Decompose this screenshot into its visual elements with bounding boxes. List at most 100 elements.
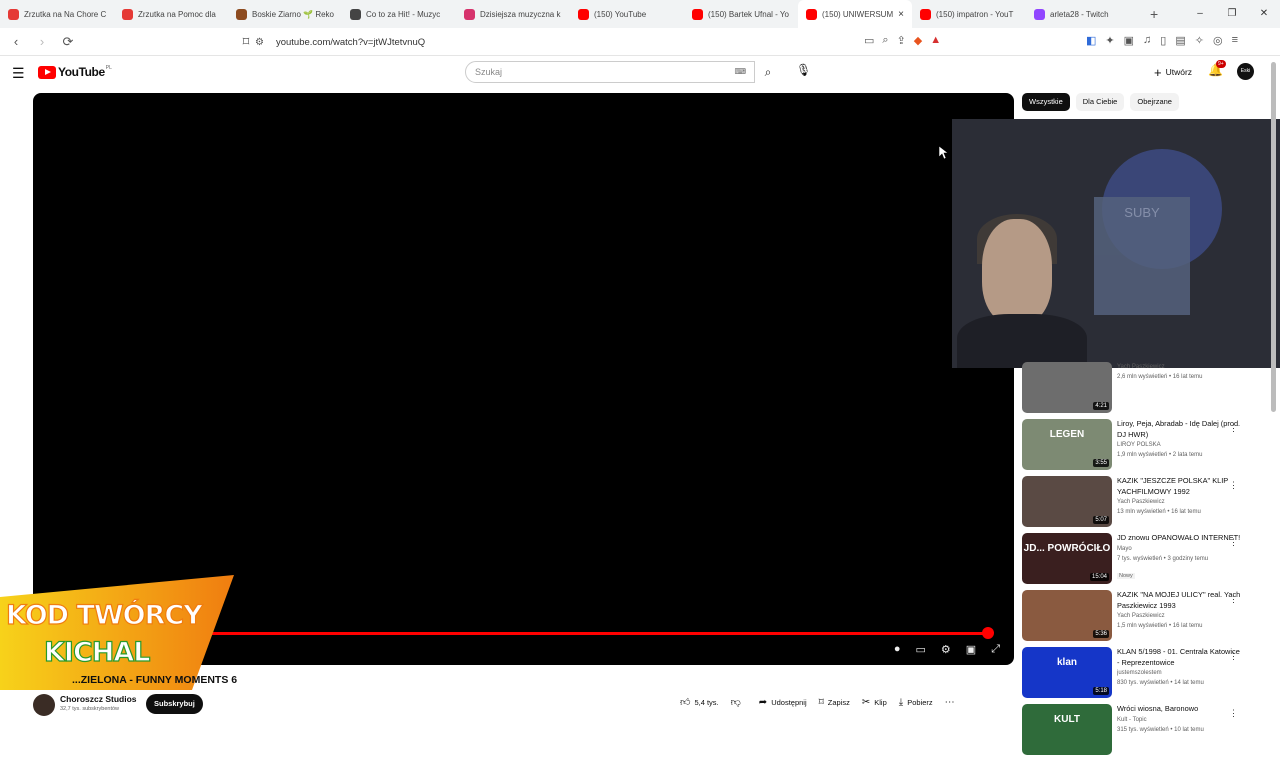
minimize-button[interactable]: – <box>1184 0 1216 28</box>
share-icon[interactable]: ⇪ <box>897 34 906 47</box>
dislike-button[interactable]: 👎︎ <box>731 696 741 708</box>
channel-name[interactable]: Choroszcz Studios <box>60 694 137 704</box>
chip-all[interactable]: Wszystkie <box>1022 93 1070 111</box>
scissors-icon: ✂ <box>861 696 871 708</box>
browser-tab[interactable]: Zrzutka na Na Chore C <box>0 0 114 28</box>
search-icon[interactable]: ⌕ <box>755 61 781 83</box>
more-vertical-icon[interactable]: ⋮ <box>1229 480 1238 491</box>
recommendation-channel[interactable]: justemszolestem <box>1117 668 1242 678</box>
notifications-bell-icon[interactable]: 🔔 9+ <box>1208 60 1226 77</box>
new-tab-button[interactable]: + <box>1150 6 1158 22</box>
recommendation-item[interactable]: 5:07 KAZIK "JESZCZE POLSKA" KLIP YACHFILM… <box>1022 476 1252 533</box>
browser-tab[interactable]: Dzisiejsza muzyczna k <box>456 0 570 28</box>
video-thumbnail[interactable]: JD... POWRÓCIŁO 15:04 <box>1022 533 1112 584</box>
channel-row: Choroszcz Studios 32,7 tys. subskrybentó… <box>33 693 1014 717</box>
recommendation-item[interactable]: 4:21 Yach Paszkiewicz 2,6 mln wyświetleń •… <box>1022 362 1252 419</box>
keyboard-icon[interactable]: ⌨ <box>734 67 746 76</box>
music-icon[interactable]: ♫ <box>1143 34 1151 47</box>
browser-tab[interactable]: Zrzutka na Pomoc dla <box>114 0 228 28</box>
translate-icon[interactable]: ◧ <box>1086 34 1096 47</box>
extensions-icon[interactable]: ✦ <box>1105 34 1114 47</box>
close-window-button[interactable]: ✕ <box>1248 0 1280 28</box>
recommendation-item[interactable]: 5:36 KAZIK "NA MOJEJ ULICY" real. Yach Pa… <box>1022 590 1252 647</box>
more-vertical-icon[interactable]: ⋮ <box>1229 423 1238 434</box>
recommendation-item[interactable]: KULT Wróci wiosna, Baronowo Kult - Topic 31… <box>1022 704 1252 761</box>
settings-gear-icon[interactable]: ⚙ <box>941 643 951 656</box>
video-thumbnail[interactable]: 5:36 <box>1022 590 1112 641</box>
more-vertical-icon[interactable]: ⋮ <box>1229 594 1238 605</box>
bookmark-icon[interactable]: ⌑ <box>236 34 256 50</box>
save-button[interactable]: ⌑ Zapisz <box>819 697 850 708</box>
subtitles-icon[interactable]: ▭ <box>916 643 926 656</box>
create-button[interactable]: + Utwórz <box>1146 61 1200 83</box>
fullscreen-icon[interactable]: ⤢ <box>991 643 1000 656</box>
recommendation-item[interactable]: JD... POWRÓCIŁO 15:04 JD znowu OPANOWAŁO I… <box>1022 533 1252 590</box>
recommendation-meta: Liroy, Peja, Abradab - Idę Dalej (prod. … <box>1117 419 1242 476</box>
scrubber-handle[interactable] <box>981 627 994 639</box>
recommendation-channel[interactable]: Yach Paszkiewicz <box>1117 611 1242 621</box>
maximize-button[interactable]: ❐ <box>1216 0 1248 28</box>
wallet-icon[interactable]: ▤ <box>1175 34 1185 47</box>
share-button[interactable]: ➦ Udostępnij <box>759 697 807 708</box>
sidebar-icon[interactable]: ▯ <box>1160 34 1166 47</box>
like-button[interactable]: 👍︎ 5,4 tys. <box>680 696 719 708</box>
search-placeholder: Szukaj <box>475 67 503 77</box>
close-tab-icon[interactable]: × <box>898 9 904 20</box>
tab-favicon-icon <box>8 8 19 20</box>
recommendation-channel[interactable]: Yach Paszkiewicz <box>1117 362 1242 372</box>
recommendation-meta: Wróci wiosna, Baronowo Kult - Topic 315 ty… <box>1117 704 1242 761</box>
account-avatar[interactable]: Eski <box>1237 63 1254 80</box>
download-button[interactable]: ⤓ Pobierz <box>899 697 933 708</box>
duration-badge: 5:36 <box>1093 630 1109 638</box>
video-thumbnail[interactable]: klan 5:18 <box>1022 647 1112 698</box>
zoom-icon[interactable]: ⌕ <box>882 34 888 47</box>
video-thumbnail[interactable]: LEGEN 3:55 <box>1022 419 1112 470</box>
brave-rewards-icon[interactable]: ▲ <box>930 34 941 47</box>
youtube-logo[interactable]: YouTube PL <box>38 65 112 79</box>
more-vertical-icon[interactable]: ⋮ <box>1229 708 1238 719</box>
chip-watched[interactable]: Obejrzane <box>1130 93 1179 111</box>
page-scrollbar[interactable] <box>1271 62 1276 412</box>
recommendation-channel[interactable]: LIROY POLSKA <box>1117 440 1242 450</box>
chip-for-you[interactable]: Dla Ciebie <box>1075 93 1125 111</box>
cast-icon[interactable]: ▭ <box>864 34 874 47</box>
screenshot-icon[interactable]: ▣ <box>1124 34 1134 47</box>
browser-tab[interactable]: (150) Bartek Ufnal - Yo <box>684 0 798 28</box>
browser-tab[interactable]: (150) UNIWERSUM × <box>798 0 912 28</box>
autoplay-toggle-icon[interactable]: ● <box>894 643 901 656</box>
recommendation-channel[interactable]: Yach Paszkiewicz <box>1117 497 1242 507</box>
back-icon[interactable]: ‹ <box>6 34 26 49</box>
browser-tab[interactable]: arleta28 - Twitch <box>1026 0 1140 28</box>
recommendation-item[interactable]: LEGEN 3:55 Liroy, Peja, Abradab - Idę Dale… <box>1022 419 1252 476</box>
reload-icon[interactable]: ⟳ <box>58 34 78 50</box>
hamburger-menu-icon[interactable]: ☰ <box>12 65 25 82</box>
browser-tab[interactable]: Co to za Hit! - Muzyc <box>342 0 456 28</box>
video-thumbnail[interactable]: 4:21 <box>1022 362 1112 413</box>
subscribe-button[interactable]: Subskrybuj <box>146 694 203 714</box>
browser-tab[interactable]: Boskie Ziarno 🌱 Reko <box>228 0 342 28</box>
more-vertical-icon[interactable]: ⋮ <box>1229 651 1238 662</box>
brave-shield-icon[interactable]: ◆ <box>914 34 922 47</box>
browser-tab[interactable]: (150) YouTube <box>570 0 684 28</box>
share-arrow-icon: ➦ <box>758 696 768 708</box>
forward-icon[interactable]: › <box>32 34 52 49</box>
miniplayer-icon[interactable]: ▣ <box>966 643 976 656</box>
clip-button[interactable]: ✂ Klip <box>862 697 887 708</box>
channel-avatar[interactable] <box>33 694 55 716</box>
recommendation-item[interactable]: klan 5:18 KLAN 5/1998 - 01. Centrala Katow… <box>1022 647 1252 704</box>
search-input[interactable]: Szukaj ⌨ <box>465 61 755 83</box>
browser-tab[interactable]: (150) impatron - YouT <box>912 0 1026 28</box>
tab-favicon-icon <box>806 8 817 20</box>
vpn-icon[interactable]: ◎ <box>1213 34 1223 47</box>
more-actions-button[interactable]: ⋯ <box>945 697 955 708</box>
recommendation-channel[interactable]: Mayo <box>1117 544 1242 554</box>
video-thumbnail[interactable]: 5:07 <box>1022 476 1112 527</box>
video-thumbnail[interactable]: KULT <box>1022 704 1112 755</box>
microphone-icon[interactable]: 🎙 <box>796 63 811 77</box>
more-vertical-icon[interactable]: ⋮ <box>1229 537 1238 548</box>
leo-icon[interactable]: ✧ <box>1195 34 1204 47</box>
duration-badge: 5:18 <box>1093 687 1109 695</box>
site-info-icon[interactable]: ⚙ <box>255 37 264 48</box>
video-title: ...ZIELONA - FUNNY MOMENTS 6 <box>72 674 238 686</box>
browser-menu-icon[interactable]: ≡ <box>1232 34 1238 47</box>
